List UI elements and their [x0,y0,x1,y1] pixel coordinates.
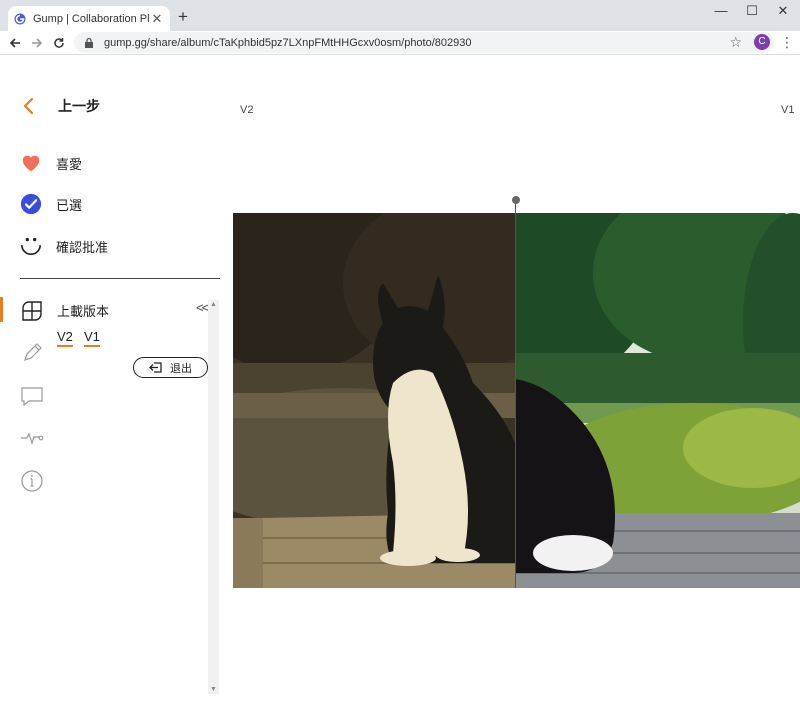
back-arrow-icon[interactable] [6,34,24,52]
left-version-label: V2 [240,104,254,116]
minimize-icon[interactable]: — [711,3,731,18]
sidebar-divider [20,278,220,279]
tab-strip: Gump | Collaboration Platform ✕ + — ☐ ✕ [0,0,800,31]
upload-version-label: 上載版本 [57,304,110,319]
tab-close-icon[interactable]: ✕ [150,11,164,27]
pencil-icon[interactable] [20,341,44,365]
favorite-item[interactable]: 喜愛 [20,152,82,174]
exit-button[interactable]: 退出 [133,357,208,378]
exit-label: 退出 [170,362,192,375]
check-circle-icon [20,193,42,215]
smiley-icon [21,237,41,256]
right-version-label: V1 [781,104,795,116]
info-icon[interactable] [20,469,44,493]
chevron-left-icon [23,97,34,115]
tab-title: Gump | Collaboration Platform [33,12,150,25]
compare-handle[interactable] [512,196,520,204]
approve-item[interactable]: 確認批准 [20,235,108,257]
selected-label: 已選 [56,197,83,213]
comment-icon[interactable] [20,384,44,408]
collapse-icon[interactable]: << [196,300,209,315]
cat-photo [233,213,800,588]
layers-icon[interactable] [20,299,44,323]
reload-icon[interactable] [50,34,68,52]
activity-icon[interactable] [20,426,44,450]
bookmark-star-icon[interactable]: ☆ [729,34,742,51]
browser-tab[interactable]: Gump | Collaboration Platform ✕ [8,6,170,31]
gump-favicon-icon [14,13,26,24]
version-link-v2[interactable]: V2 [57,329,73,347]
compare-divider[interactable] [515,200,516,588]
exit-arrow-icon [149,362,162,373]
back-label: 上一步 [58,98,100,114]
forward-arrow-icon[interactable] [28,34,46,52]
selected-item[interactable]: 已選 [20,193,82,215]
menu-kebab-icon[interactable]: ⋮ [780,34,794,50]
favorite-label: 喜愛 [56,156,83,172]
lock-icon [85,37,93,48]
profile-avatar[interactable]: C [754,34,770,50]
panel-scrollbar[interactable]: ▲ ▼ [208,300,219,694]
url-text: gump.gg/share/album/cTaKphbid5pz7LXnpFMt… [104,36,472,49]
maximize-icon[interactable]: ☐ [742,3,762,19]
address-bar[interactable]: gump.gg/share/album/cTaKphbid5pz7LXnpFMt… [74,32,774,53]
browser-toolbar: gump.gg/share/album/cTaKphbid5pz7LXnpFMt… [0,31,800,55]
back-button[interactable]: 上一步 [20,96,100,116]
scroll-down-icon[interactable]: ▼ [208,686,219,693]
heart-icon [22,155,40,172]
photo-compare-view[interactable] [233,213,800,588]
active-indicator [0,297,3,322]
new-tab-icon[interactable]: + [178,8,188,25]
sidebar: 上一步 喜愛 已選 確認批准 上載版本 << V2 V1 退出 ▲ ▼ [0,56,222,708]
scroll-up-icon[interactable]: ▲ [208,301,219,308]
approve-label: 確認批准 [56,239,109,255]
close-window-icon[interactable]: ✕ [773,3,793,19]
version-link-v1[interactable]: V1 [84,329,100,347]
